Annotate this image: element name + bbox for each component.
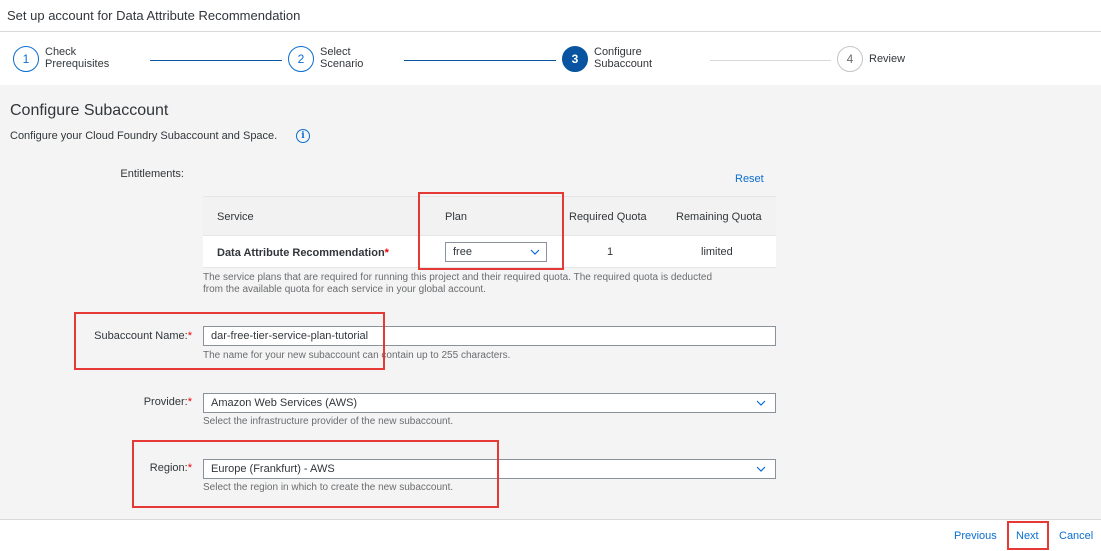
provider-help: Select the infrastructure provider of th… <box>203 416 454 427</box>
column-header-service: Service <box>217 211 254 223</box>
wizard-connector-2 <box>404 60 556 61</box>
service-name-cell: Data Attribute Recommendation* <box>217 247 389 259</box>
provider-select[interactable]: Amazon Web Services (AWS) <box>203 393 776 413</box>
step-label-4: Review <box>869 53 906 65</box>
info-icon[interactable]: i <box>296 129 310 143</box>
chevron-down-icon <box>756 400 766 406</box>
step-label-1: Check Prerequisites <box>45 46 110 70</box>
entitlements-help: The service plans that are required for … <box>203 272 713 295</box>
step-number-3: 3 <box>562 46 588 72</box>
step-number-4: 4 <box>837 46 863 72</box>
highlight-box-region <box>132 440 499 508</box>
section-title: Configure Subaccount <box>10 102 169 119</box>
entitlements-label: Entitlements: <box>120 168 184 180</box>
step-number-2: 2 <box>288 46 314 72</box>
remaining-quota-cell: limited <box>701 246 733 258</box>
cancel-button[interactable]: Cancel <box>1059 530 1093 542</box>
wizard-connector-3 <box>710 60 831 61</box>
chevron-down-icon <box>756 466 766 472</box>
wizard-progress: 1 Check Prerequisites 2 Select Scenario … <box>0 32 1101 85</box>
reset-link[interactable]: Reset <box>735 173 764 185</box>
window-title-bar: Set up account for Data Attribute Recomm… <box>0 0 1101 32</box>
step-label-3: Configure Subaccount <box>594 46 653 70</box>
highlight-box-next <box>1007 521 1049 550</box>
window-title: Set up account for Data Attribute Recomm… <box>7 8 301 23</box>
step-number-1: 1 <box>13 46 39 72</box>
provider-label: Provider:* <box>143 396 192 408</box>
highlight-box-plan <box>418 192 564 270</box>
section-subtitle: Configure your Cloud Foundry Subaccount … <box>10 130 278 142</box>
previous-button[interactable]: Previous <box>954 530 997 542</box>
column-header-remaining-quota: Remaining Quota <box>676 211 762 223</box>
footer-bar: Previous Next Cancel <box>0 519 1101 551</box>
provider-select-value: Amazon Web Services (AWS) <box>211 397 358 409</box>
step-label-2: Select Scenario <box>320 46 364 70</box>
required-quota-cell: 1 <box>607 246 614 258</box>
wizard-connector-1 <box>150 60 282 61</box>
highlight-box-subaccount <box>74 312 385 370</box>
column-header-required-quota: Required Quota <box>569 211 647 223</box>
